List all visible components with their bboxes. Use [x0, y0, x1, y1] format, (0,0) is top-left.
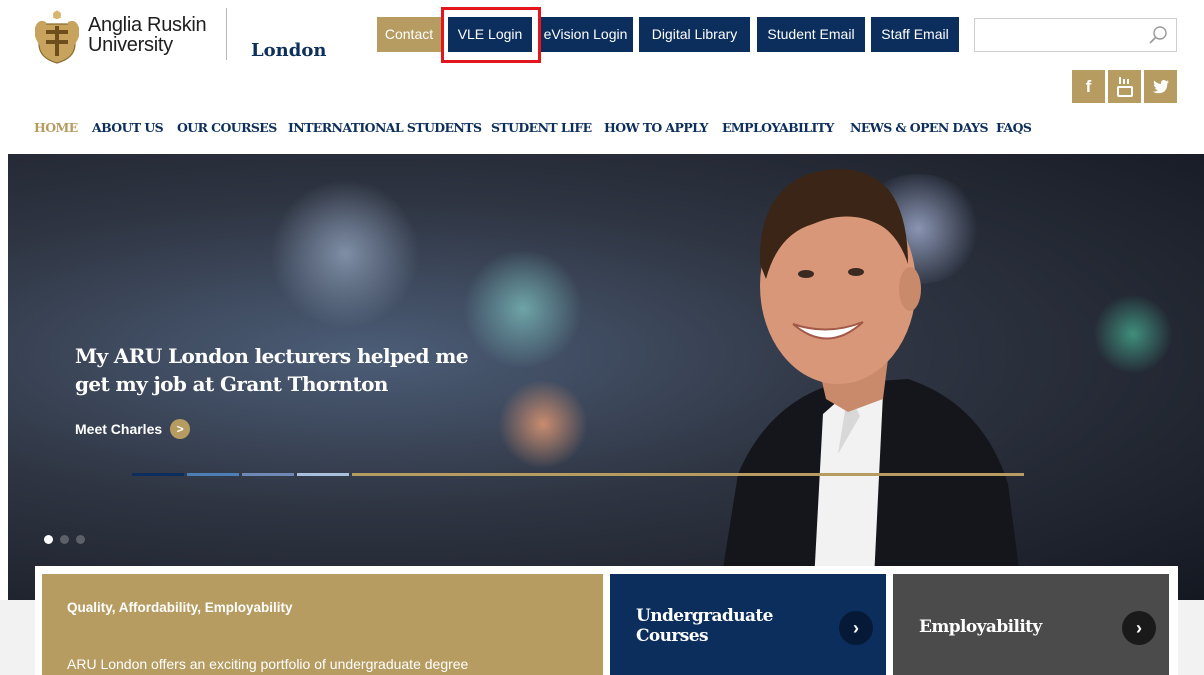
info-panel-title: Quality, Affordability, Employability: [67, 600, 293, 615]
hero-banner[interactable]: My ARU London lecturers helped me get my…: [8, 154, 1204, 600]
decorative-rule-segment: [352, 473, 1024, 476]
nav-international-students[interactable]: INTERNATIONAL STUDENTS: [288, 120, 482, 135]
student-email-button[interactable]: Student Email: [757, 17, 865, 52]
employability-label: Employability: [919, 617, 1042, 637]
twitter-icon: [1152, 79, 1169, 93]
nav-news-open-days[interactable]: NEWS & OPEN DAYS: [850, 120, 988, 135]
undergraduate-label-line-1: Undergraduate: [636, 606, 773, 626]
bokeh-light: [270, 179, 420, 329]
undergraduate-courses-panel[interactable]: Undergraduate Courses ›: [610, 574, 886, 675]
logo-divider: [226, 8, 227, 60]
evision-login-button[interactable]: eVision Login: [538, 17, 633, 52]
search-input[interactable]: [975, 19, 1145, 51]
search-icon[interactable]: [1148, 25, 1168, 45]
search-box: [974, 18, 1177, 52]
slide-dot-2[interactable]: [60, 535, 69, 544]
decorative-rule-segment: [242, 473, 294, 476]
undergraduate-courses-label: Undergraduate Courses: [636, 606, 773, 646]
facebook-button[interactable]: f: [1072, 70, 1105, 103]
nav-our-courses[interactable]: OUR COURSES: [177, 120, 277, 135]
university-logo[interactable]: Anglia Ruskin University: [34, 6, 207, 64]
bokeh-light: [1093, 294, 1173, 374]
nav-employability[interactable]: EMPLOYABILITY: [722, 120, 834, 135]
hero-headline-line-1: My ARU London lecturers helped me: [75, 344, 469, 368]
logo-text: Anglia Ruskin University: [88, 14, 207, 56]
contact-button[interactable]: Contact: [377, 17, 441, 52]
chevron-right-icon[interactable]: ›: [1122, 611, 1156, 645]
meet-charles-link[interactable]: Meet Charles >: [75, 419, 191, 439]
twitter-button[interactable]: [1144, 70, 1177, 103]
crest-icon: [35, 10, 79, 64]
employability-panel[interactable]: Employability ›: [893, 574, 1169, 675]
undergraduate-label-line-2: Courses: [636, 626, 709, 646]
info-panel: Quality, Affordability, Employability AR…: [42, 574, 603, 675]
slide-dot-1[interactable]: [44, 535, 53, 544]
slide-dot-3[interactable]: [76, 535, 85, 544]
hero-headline-line-2: get my job at Grant Thornton: [75, 372, 388, 396]
hero-headline: My ARU London lecturers helped me get my…: [75, 342, 515, 398]
meet-charles-label: Meet Charles: [75, 421, 163, 437]
facebook-icon: f: [1085, 76, 1092, 96]
nav-home[interactable]: HOME: [34, 120, 78, 135]
campus-name: London: [251, 40, 327, 61]
decorative-rule-segment: [297, 473, 349, 476]
vle-login-button[interactable]: VLE Login: [448, 17, 532, 52]
youtube-icon: [1116, 76, 1133, 97]
info-panel-body: ARU London offers an exciting portfolio …: [67, 656, 469, 672]
digital-library-button[interactable]: Digital Library: [639, 17, 750, 52]
decorative-rule-segment: [132, 473, 184, 476]
nav-about-us[interactable]: ABOUT US: [92, 120, 164, 135]
logo-line-1: Anglia Ruskin: [88, 14, 207, 36]
decorative-rule-segment: [187, 473, 239, 476]
logo-line-2: University: [88, 34, 173, 56]
person-photo: [718, 169, 1023, 600]
staff-email-button[interactable]: Staff Email: [871, 17, 959, 52]
chevron-right-icon[interactable]: ›: [839, 611, 873, 645]
arrow-right-icon: >: [170, 419, 191, 439]
youtube-button[interactable]: [1108, 70, 1141, 103]
nav-student-life[interactable]: STUDENT LIFE: [491, 120, 592, 135]
nav-faqs[interactable]: FAQS: [996, 120, 1032, 135]
nav-how-to-apply[interactable]: HOW TO APPLY: [604, 120, 708, 135]
